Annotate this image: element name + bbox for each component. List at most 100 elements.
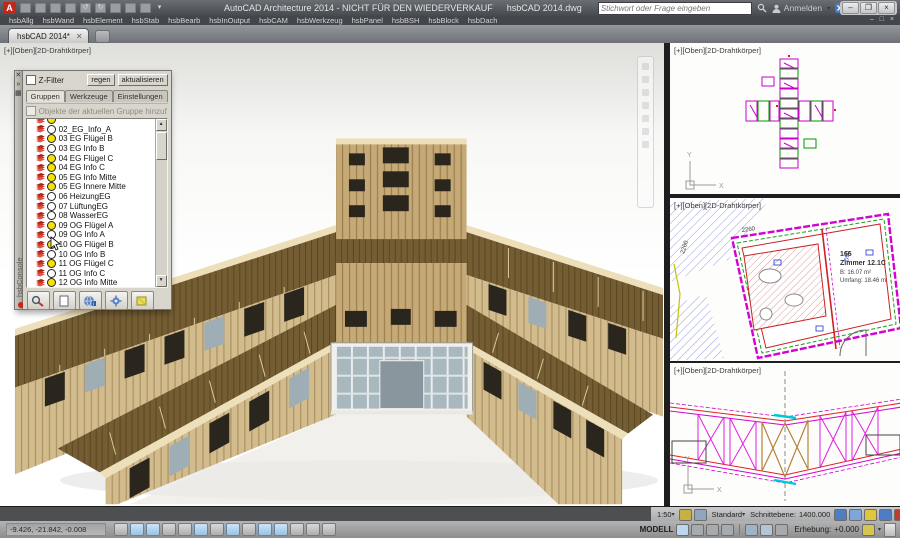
group-list-item[interactable]: 09 OG Flügel A xyxy=(28,221,155,231)
group-list-item[interactable]: 03 EG Info B xyxy=(28,144,155,154)
workspace-gear-icon[interactable] xyxy=(775,524,788,536)
ortho-toggle[interactable] xyxy=(162,523,176,536)
grid-toggle[interactable] xyxy=(146,523,160,536)
menu-item-hsbBlock[interactable]: hsbBlock xyxy=(428,16,458,25)
group-visibility-dot[interactable] xyxy=(47,202,56,211)
annotation-scale-value[interactable]: 1:50 xyxy=(657,510,672,519)
help-search-box[interactable] xyxy=(598,2,752,15)
group-visibility-dot[interactable] xyxy=(47,259,56,268)
group-list-item[interactable]: 04 EG Info C xyxy=(28,163,155,173)
yellow-box-icon[interactable] xyxy=(131,291,154,310)
document-window-controls[interactable]: – □ × xyxy=(870,16,896,23)
group-visibility-dot[interactable] xyxy=(47,163,56,172)
properties-icon[interactable] xyxy=(140,3,151,13)
menu-item-hsbWand[interactable]: hsbWand xyxy=(43,16,74,25)
group-list-item[interactable] xyxy=(28,118,155,125)
close-button[interactable]: × xyxy=(878,2,895,14)
add-to-group-checkbox[interactable] xyxy=(26,106,36,116)
group-list-item[interactable]: 11 OG Flügel C xyxy=(28,259,155,269)
annotation-auto-icon[interactable] xyxy=(760,524,773,536)
pin-icon[interactable]: » xyxy=(16,80,20,89)
layout-icon[interactable] xyxy=(691,524,704,536)
group-visibility-dot[interactable] xyxy=(47,125,56,134)
workspace-icon[interactable] xyxy=(110,3,121,13)
group-list-item[interactable]: 11 OG Info C xyxy=(28,269,155,279)
group-visibility-dot[interactable] xyxy=(47,192,56,201)
annotation-scale-icon[interactable] xyxy=(745,524,758,536)
viewport-section[interactable]: [+][Oben][2D-Drahtkörper] xyxy=(668,361,900,508)
polar-toggle[interactable] xyxy=(178,523,192,536)
search-icon[interactable] xyxy=(757,3,767,13)
menu-item-hsbDach[interactable]: hsbDach xyxy=(468,16,498,25)
status-icon-steel[interactable] xyxy=(849,509,862,521)
group-visibility-dot[interactable] xyxy=(47,278,56,287)
scroll-thumb[interactable] xyxy=(156,132,167,160)
menu-item-hsbStab[interactable]: hsbStab xyxy=(132,16,160,25)
status-icon-blue2[interactable] xyxy=(879,509,892,521)
viewport-plan-overview[interactable]: [+][Oben][2D-Drahtkörper] Y xyxy=(668,43,900,194)
viewport-label[interactable]: [+][Oben][2D-Drahtkörper] xyxy=(674,366,761,375)
sign-in-label[interactable]: Anmelden xyxy=(784,3,822,13)
restore-button[interactable]: ❐ xyxy=(860,2,877,14)
annotation-visibility-icon[interactable] xyxy=(694,509,707,521)
scroll-up-icon[interactable]: ▲ xyxy=(156,119,167,131)
blank-page-icon[interactable] xyxy=(53,291,76,310)
elevation-value[interactable]: +0.000 xyxy=(834,525,859,534)
annotation-scale-icon[interactable] xyxy=(679,509,692,521)
osnap-toggle[interactable] xyxy=(194,523,208,536)
group-list-item[interactable]: 10 OG Flügel B xyxy=(28,240,155,250)
status-icon-yellow[interactable] xyxy=(864,509,877,521)
dropdown-icon[interactable]: ▾ xyxy=(155,4,164,12)
close-icon[interactable]: ✕ xyxy=(15,71,21,80)
gear-icon[interactable] xyxy=(105,291,128,310)
menu-item-hsbElement[interactable]: hsbElement xyxy=(83,16,123,25)
group-list[interactable]: 02_EG_Info_A03 EG Flügel B03 EG Info B04… xyxy=(26,118,168,288)
display-config-value[interactable]: Standard xyxy=(712,510,742,519)
aktualisieren-button[interactable]: aktualisieren xyxy=(118,74,168,86)
regen-button[interactable]: regen xyxy=(87,74,114,86)
status-icon-blue[interactable] xyxy=(834,509,847,521)
undo-icon[interactable]: ↺ xyxy=(80,3,91,13)
tab-einstellungen[interactable]: Einstellungen xyxy=(113,90,168,102)
group-visibility-dot[interactable] xyxy=(47,118,56,124)
tab-close-icon[interactable]: ✕ xyxy=(76,32,83,41)
dynamic-input-toggle[interactable] xyxy=(258,523,272,536)
menu-item-hsbCAM[interactable]: hsbCAM xyxy=(259,16,288,25)
autocad-logo-icon[interactable]: A xyxy=(3,2,16,14)
clean-screen-button[interactable] xyxy=(884,523,896,537)
model-space-label[interactable]: MODELL xyxy=(640,525,674,534)
open-file-icon[interactable] xyxy=(35,3,46,13)
file-tab-active[interactable]: hsbCAD 2014* ✕ xyxy=(8,28,89,44)
new-tab-button[interactable] xyxy=(95,30,110,43)
quick-view-drawings-icon[interactable] xyxy=(721,524,734,536)
group-visibility-dot[interactable] xyxy=(47,211,56,220)
status-icon-red[interactable] xyxy=(894,509,900,521)
group-list-item[interactable]: 02_EG_Info_A xyxy=(28,125,155,135)
snap-toggle[interactable] xyxy=(130,523,144,536)
scale-dropdown-icon[interactable]: ▾ xyxy=(672,511,675,518)
group-visibility-dot[interactable] xyxy=(47,269,56,278)
user-icon[interactable] xyxy=(772,4,781,13)
viewport-label[interactable]: [+][Oben][2D-Drahtkörper] xyxy=(4,46,91,55)
elevation-lock-icon[interactable] xyxy=(862,524,875,536)
menu-item-hsbInOutput[interactable]: hsbInOutput xyxy=(209,16,250,25)
group-list-item[interactable]: 06 HeizungEG xyxy=(28,192,155,202)
plot-icon[interactable] xyxy=(65,3,76,13)
zfilter-checkbox[interactable] xyxy=(26,75,36,85)
coordinates-readout[interactable]: -9.426, -21.842, -0.008 xyxy=(6,523,106,536)
viewport-label[interactable]: [+][Oben][2D-Drahtkörper] xyxy=(674,201,761,210)
group-visibility-dot[interactable] xyxy=(47,182,56,191)
tab-gruppen[interactable]: Gruppen xyxy=(26,90,65,102)
group-visibility-dot[interactable] xyxy=(47,134,56,143)
search-input[interactable] xyxy=(601,4,735,13)
menu-item-hsbPanel[interactable]: hsbPanel xyxy=(352,16,383,25)
scroll-down-icon[interactable]: ▼ xyxy=(156,275,167,287)
group-list-item[interactable]: 09 OG Info A xyxy=(28,230,155,240)
transparency-toggle[interactable] xyxy=(290,523,304,536)
group-list-item[interactable]: 12 OG Info Mitte xyxy=(28,278,155,288)
navigation-bar[interactable] xyxy=(637,56,654,208)
group-visibility-dot[interactable] xyxy=(47,144,56,153)
properties-icon[interactable]: ▦ xyxy=(15,89,22,98)
display-config-dropdown-icon[interactable]: ▾ xyxy=(742,511,745,518)
list-scrollbar[interactable]: ▲ ▼ xyxy=(155,119,167,287)
